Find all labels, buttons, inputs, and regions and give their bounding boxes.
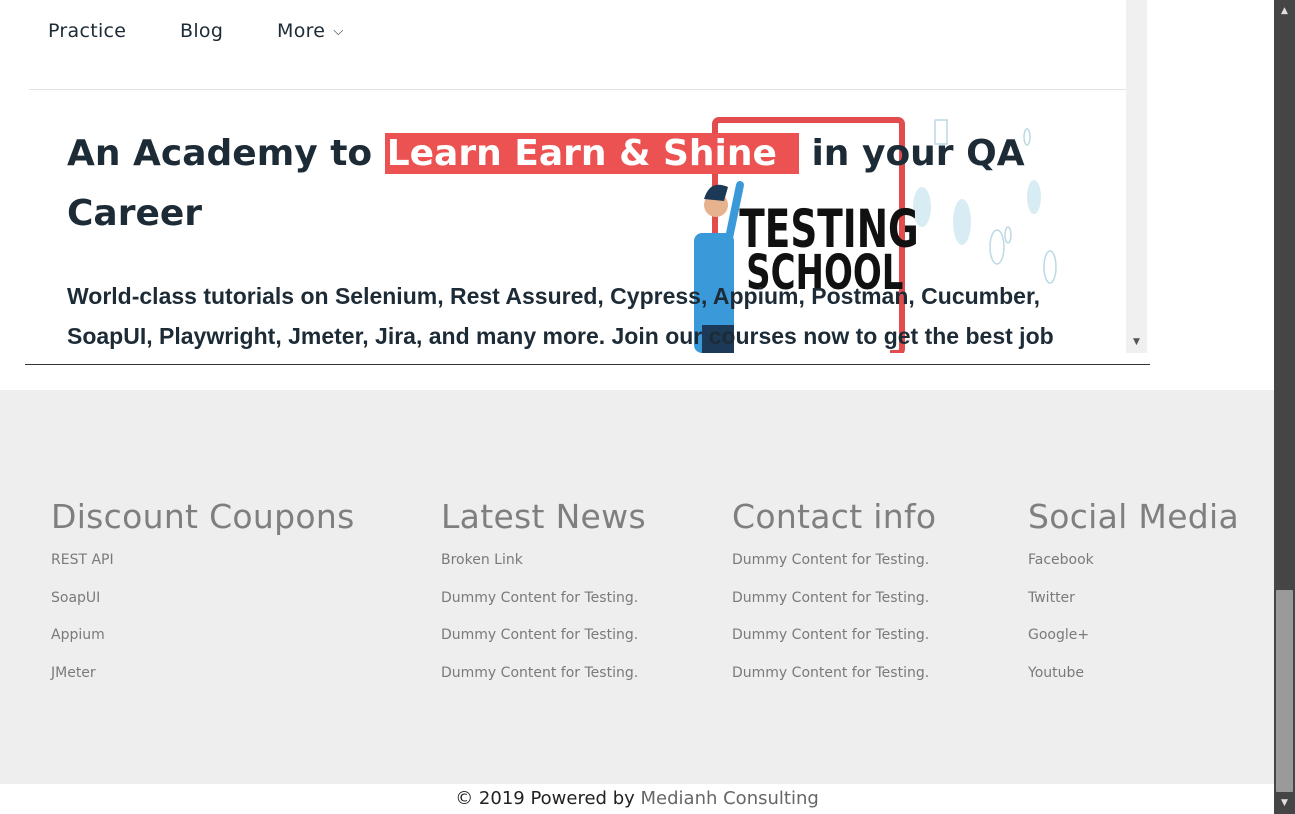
footer-link[interactable]: JMeter (51, 662, 355, 700)
frame-scroll-down-arrow-icon[interactable]: ▼ (1126, 330, 1147, 353)
footer-heading-discount-coupons: Discount Coupons (51, 497, 355, 536)
footer-link[interactable]: SoapUI (51, 587, 355, 625)
footer-link[interactable]: Dummy Content for Testing. (732, 624, 936, 662)
nav-item-more[interactable]: More ⌵ (277, 20, 343, 42)
footer-heading-latest-news: Latest News (441, 497, 646, 536)
footer-link-google-plus[interactable]: Google+ (1028, 624, 1239, 662)
chevron-down-icon: ⌵ (333, 24, 344, 39)
footer-link[interactable]: Dummy Content for Testing. (732, 549, 936, 587)
nav-item-blog[interactable]: Blog (180, 20, 223, 42)
footer-heading-social-media: Social Media (1028, 497, 1240, 536)
nav-item-more-label: More (277, 20, 326, 42)
footer-link[interactable]: Broken Link (441, 549, 646, 587)
footer-link-facebook[interactable]: Facebook (1028, 549, 1239, 587)
scrollbar-thumb[interactable] (1276, 590, 1293, 792)
nav-item-practice[interactable]: Practice (48, 20, 126, 42)
footer-link[interactable]: Dummy Content for Testing. (441, 624, 646, 662)
footer-col-latest-news: Latest News Broken Link Dummy Content fo… (441, 497, 646, 699)
hero-description: World-class tutorials on Selenium, Rest … (67, 283, 1054, 349)
frame-scrollbar[interactable] (1126, 0, 1147, 353)
footer-link-twitter[interactable]: Twitter (1028, 587, 1239, 625)
scroll-up-arrow-icon[interactable]: ▲ (1274, 0, 1295, 22)
footer-col-social-media: Social Media Facebook Twitter Google+ Yo… (1028, 497, 1239, 699)
scroll-down-arrow-icon[interactable]: ▼ (1274, 792, 1295, 814)
page-scrollbar[interactable]: ▲ ▼ (1274, 0, 1295, 814)
copyright-text: © 2019 Powered by (455, 788, 641, 809)
top-nav: Practice Blog More ⌵ (0, 0, 1126, 64)
nav-divider (29, 89, 1126, 90)
footer: Discount Coupons REST API SoapUI Appium … (0, 390, 1274, 784)
hero-title-highlight: Learn Earn & Shine (384, 133, 799, 174)
footer-link[interactable]: Appium (51, 624, 355, 662)
footer-link[interactable]: Dummy Content for Testing. (441, 662, 646, 700)
footer-link[interactable]: Dummy Content for Testing. (732, 587, 936, 625)
footer-heading-contact-info: Contact info (732, 497, 937, 536)
footer-link-youtube[interactable]: Youtube (1028, 662, 1239, 700)
frame-border (25, 364, 1150, 365)
footer-link[interactable]: Dummy Content for Testing. (732, 662, 936, 700)
hero-title-prefix: An Academy to (67, 133, 385, 174)
footer-col-contact-info: Contact info Dummy Content for Testing. … (732, 497, 936, 699)
footer-link[interactable]: Dummy Content for Testing. (441, 587, 646, 625)
copyright-brand-link[interactable]: Medianh Consulting (641, 788, 819, 809)
footer-link[interactable]: REST API (51, 549, 355, 587)
embedded-frame: Practice Blog More ⌵ TESTING SCHOOL An Ac… (0, 0, 1147, 353)
hero-title: An Academy to Learn Earn & Shine in your… (67, 124, 1067, 244)
footer-col-discount-coupons: Discount Coupons REST API SoapUI Appium … (51, 497, 355, 699)
copyright: © 2019 Powered by Medianh Consulting (0, 784, 1274, 814)
